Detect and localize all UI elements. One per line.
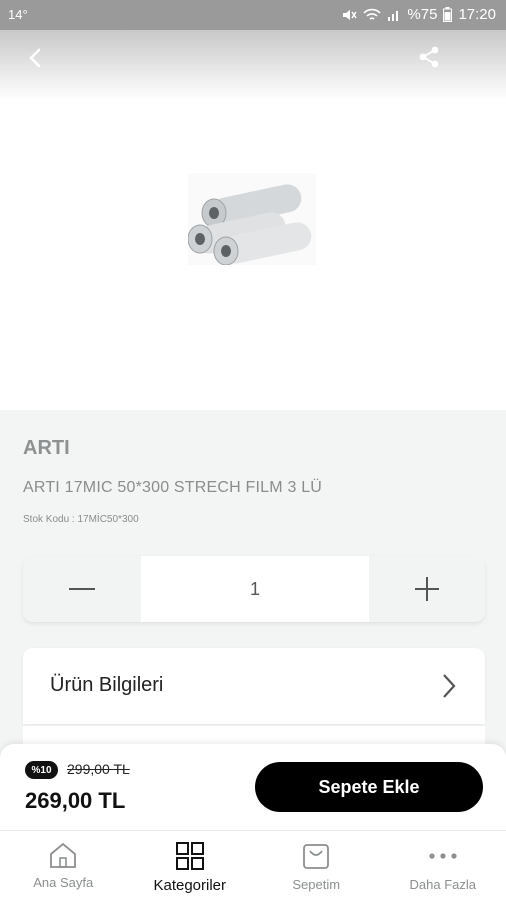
product-info-row[interactable]: Ürün Bilgileri [23, 648, 485, 724]
battery-percent: %75 [407, 6, 437, 23]
tab-categories-label: Kategoriler [153, 877, 226, 894]
share-icon[interactable] [416, 44, 442, 70]
back-icon[interactable] [24, 44, 48, 72]
current-price: 269,00 TL [25, 788, 125, 814]
status-bar: 14° %75 17:20 [0, 0, 506, 30]
battery-icon [443, 7, 452, 22]
tab-categories[interactable]: Kategoriler [127, 831, 254, 901]
minus-icon [69, 587, 95, 591]
more-icon [427, 841, 459, 871]
product-brand: ARTI [23, 437, 70, 460]
old-price: 299,00 TL [67, 761, 130, 777]
tab-home-label: Ana Sayfa [33, 875, 93, 890]
status-right: %75 17:20 [341, 6, 496, 23]
quantity-stepper: 1 [23, 556, 485, 622]
tab-more[interactable]: Daha Fazla [380, 831, 506, 901]
tab-home[interactable]: Ana Sayfa [0, 831, 127, 901]
tab-cart-label: Sepetim [292, 877, 340, 892]
bag-icon [301, 841, 331, 871]
decrease-button[interactable] [23, 556, 141, 622]
status-temperature: 14° [8, 7, 28, 22]
grid-icon [175, 841, 205, 871]
discount-badge: %10 [25, 761, 58, 779]
signal-icon [387, 8, 401, 22]
product-info-label: Ürün Bilgileri [50, 674, 163, 697]
chevron-right-icon [441, 672, 457, 700]
stock-code: Stok Kodu : 17MİC50*300 [23, 514, 139, 525]
app-bar [0, 30, 506, 100]
price-bar: %10 299,00 TL 269,00 TL Sepete Ekle [0, 744, 506, 830]
plus-icon [415, 577, 439, 601]
bottom-nav: Ana Sayfa Kategoriler Sepetim Daha Fazla [0, 830, 506, 901]
status-time: 17:20 [458, 6, 496, 23]
tab-more-label: Daha Fazla [410, 877, 476, 892]
quantity-value[interactable]: 1 [141, 556, 369, 622]
stretch-film-image[interactable] [188, 173, 316, 265]
home-icon [48, 841, 78, 869]
tab-cart[interactable]: Sepetim [253, 831, 380, 901]
wifi-icon [363, 7, 381, 23]
increase-button[interactable] [369, 556, 485, 622]
mute-icon [341, 7, 357, 23]
product-title: ARTI 17MIC 50*300 STRECH FILM 3 LÜ [23, 479, 322, 497]
add-to-cart-button[interactable]: Sepete Ekle [255, 762, 483, 812]
